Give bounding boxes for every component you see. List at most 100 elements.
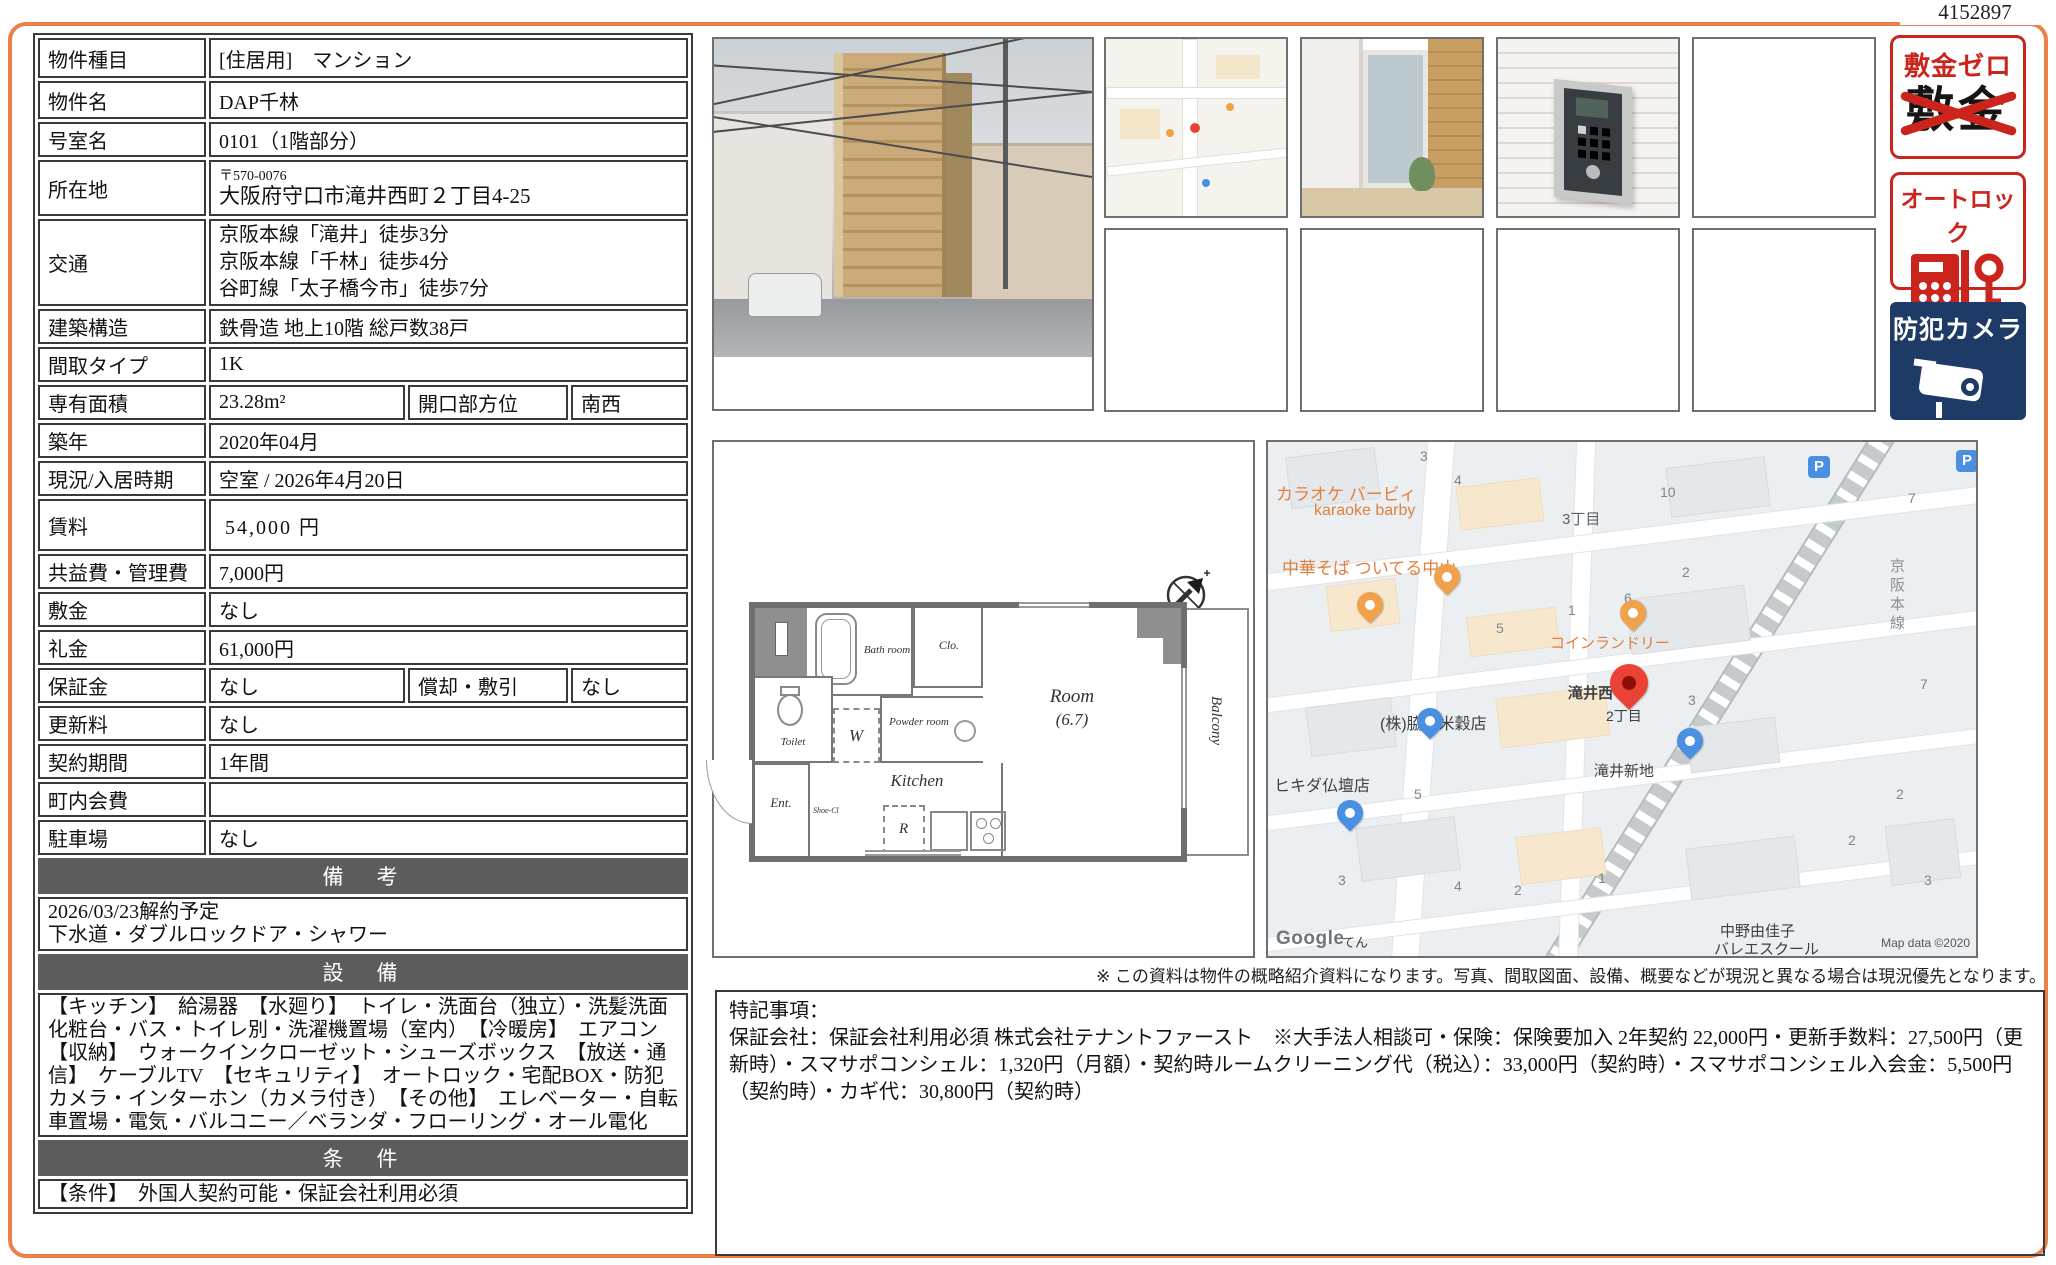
row-label: 礼金: [38, 630, 206, 665]
kitchen-sink-icon: [930, 811, 968, 851]
table-row: 交通 京阪本線「滝井」徒歩3分 京阪本線「千林」徒歩4分 谷町線「太子橋今市」徒…: [38, 219, 688, 306]
table-row: 賃料 54,000 円: [38, 499, 688, 551]
deposit-zero-badge: 敷金ゼロ 敷金: [1890, 35, 2026, 159]
washer-label: W: [849, 726, 863, 746]
deposit-zero-label: 敷金ゼロ: [1893, 46, 2023, 83]
intercom-button: [1586, 164, 1600, 179]
row-value: なし: [209, 592, 688, 627]
map-building-block: [1885, 818, 1962, 886]
store-pin-icon[interactable]: [1332, 795, 1369, 832]
entrance-door-arc: [706, 760, 752, 824]
intercom-plate: [1554, 79, 1632, 205]
google-logo: Google: [1276, 928, 1344, 950]
row-label: 町内会費: [38, 782, 206, 817]
map-block-number: 3: [1338, 872, 1346, 888]
row-label: 号室名: [38, 122, 206, 157]
row-value: 0101（1階部分）: [209, 122, 688, 157]
row-value: 2020年04月: [209, 423, 688, 458]
sub-label: 開口部方位: [408, 385, 568, 420]
table-row: 共益費・管理費 7,000円: [38, 554, 688, 589]
sub-label: 償却・敷引: [408, 668, 568, 703]
empty-photo-frame: [1104, 228, 1288, 412]
empty-photo-frame: [1496, 228, 1680, 412]
row-label: 敷金: [38, 592, 206, 627]
map-block-number: 2: [1896, 786, 1904, 802]
map-poi-label: てん: [1342, 932, 1368, 951]
joken-header: 条 件: [38, 1140, 688, 1176]
bathtub-icon: [815, 613, 857, 685]
row-value: なし: [209, 668, 405, 703]
row-value: 鉄骨造 地上10階 総戸数38戸: [209, 309, 688, 344]
row-value: 空室 / 2026年4月20日: [209, 461, 688, 496]
table-row: 現況/入居時期 空室 / 2026年4月20日: [38, 461, 688, 496]
security-camera-badge: 防犯カメラ: [1890, 302, 2026, 420]
interior-photo: [1300, 37, 1484, 218]
building-exterior-photo: [712, 37, 1094, 411]
row-label: 更新料: [38, 706, 206, 741]
map-block-number: 3: [1688, 692, 1696, 708]
thumb-block: [1120, 109, 1160, 139]
powder-room-label: Powder room: [888, 716, 950, 728]
thumb-road: [1106, 87, 1288, 99]
special-notes-box: 特記事項： 保証会社：保証会社利用必須 株式会社テナントファースト ※大手法人相…: [715, 990, 2045, 1256]
table-row: 契約期間 1年間: [38, 744, 688, 779]
washer-space: W: [833, 708, 880, 763]
room-label: Room: [1017, 686, 1127, 708]
table-row: 敷金 なし: [38, 592, 688, 627]
row-value: なし: [209, 706, 688, 741]
row-label: 所在地: [38, 160, 206, 216]
row-label: 現況/入居時期: [38, 461, 206, 496]
parking-icon[interactable]: P: [1956, 450, 1978, 472]
table-row: 【キッチン】 給湯器 【水廻り】 トイレ・洗面台（独立）・洗髪洗面化粧台・バス・…: [38, 993, 688, 1137]
map-poi-label: karaoke barby: [1314, 502, 1415, 520]
bathtub-inner: [821, 619, 851, 679]
row-label: 間取タイプ: [38, 347, 206, 382]
row-label: 物件種目: [38, 38, 206, 78]
interior-wood-panel: [1428, 39, 1482, 188]
empty-photo-frame: [1692, 228, 1876, 412]
map-poi-label: コインランドリー: [1550, 632, 1670, 653]
map-block-number: 7: [1908, 490, 1916, 506]
biko-line: 下水道・ダブルロックドア・シャワー: [48, 924, 678, 947]
postal-code: 〒570-0076: [219, 169, 678, 184]
sink-icon: [954, 720, 976, 742]
map-railway-label: 京阪本線: [1886, 558, 1907, 634]
row-value: 7,000円: [209, 554, 688, 589]
interior-wall: [1302, 39, 1363, 188]
map-block-number: 1: [1598, 870, 1606, 886]
balcony-label: Balcony: [1207, 696, 1224, 745]
map-building-block: [1355, 816, 1461, 882]
closet-label: Clo.: [929, 638, 969, 653]
bathroom-label: Bath room: [863, 644, 911, 656]
table-row: 保証金 なし 償却・敷引 なし: [38, 668, 688, 703]
powder-room: Powder room: [880, 696, 983, 763]
deposit-struck-text: 敷金: [1906, 83, 2010, 139]
table-row: 更新料 なし: [38, 706, 688, 741]
row-label: 物件名: [38, 81, 206, 119]
location-map[interactable]: カラオケ バービィ karaoke barby 中華そば ついてる中山 コインラ…: [1266, 440, 1978, 958]
sub-value: 南西: [571, 385, 688, 420]
table-row: 【条件】 外国人契約可能・保証会社利用必須: [38, 1179, 688, 1209]
setsubi-content: 【キッチン】 給湯器 【水廻り】 トイレ・洗面台（独立）・洗髪洗面化粧台・バス・…: [38, 993, 688, 1137]
table-row: 礼金 61,000円: [38, 630, 688, 665]
address: 大阪府守口市滝井西町２丁目4-25: [219, 184, 678, 208]
stove-icon: [970, 811, 1006, 851]
thumb-block: [1216, 55, 1260, 79]
row-value: なし: [209, 820, 688, 855]
autolock-badge: オートロック: [1890, 172, 2026, 290]
table-row: 号室名 0101（1階部分）: [38, 122, 688, 157]
map-block-number: 4: [1454, 878, 1462, 894]
setsubi-header: 設 備: [38, 954, 688, 990]
row-label: 交通: [38, 219, 206, 306]
burner-icon: [976, 818, 987, 829]
map-block-number: 7: [1920, 676, 1928, 692]
closet: Clo.: [913, 608, 983, 688]
rent-value: 54,000 円: [209, 499, 688, 551]
parking-icon[interactable]: P: [1808, 456, 1830, 478]
intercom-keypad: [1578, 125, 1586, 134]
table-row: 町内会費: [38, 782, 688, 817]
address-cell: 〒570-0076 大阪府守口市滝井西町２丁目4-25: [209, 160, 688, 216]
row-value: [209, 782, 688, 817]
row-label: 賃料: [38, 499, 206, 551]
security-camera-label: 防犯カメラ: [1890, 310, 2026, 346]
